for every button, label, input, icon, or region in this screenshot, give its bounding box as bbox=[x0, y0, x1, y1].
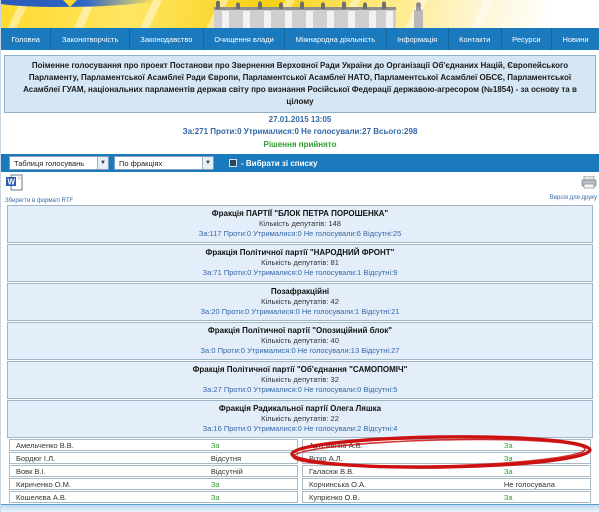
printer-icon bbox=[581, 176, 597, 189]
table-row: Вітко А.Л.За bbox=[302, 452, 591, 464]
deputy-vote: За bbox=[504, 454, 513, 463]
deputy-vote: За bbox=[504, 441, 513, 450]
deputy-name: Амельченко В.В. bbox=[10, 441, 211, 450]
table-row: Кошелєва А.В.За bbox=[9, 491, 298, 503]
save-rtf-label: Зберегти в форматі RTF bbox=[5, 198, 73, 204]
deputy-name: Вітко А.Л. bbox=[303, 454, 504, 463]
faction-block-bpp: Фракція ПАРТІЇ "БЛОК ПЕТРА ПОРОШЕНКА" Кі… bbox=[7, 205, 593, 243]
deputy-vote: За bbox=[504, 467, 513, 476]
faction-deputy-count: Кількість депутатів: 40 bbox=[8, 336, 592, 346]
table-row: Купрієнко О.В.За bbox=[302, 491, 591, 503]
select-from-list-label: - Вибрати зі списку bbox=[241, 159, 317, 168]
table-row: Вовк В.І.Відсутній bbox=[9, 465, 298, 477]
faction-block-radykalna-partiia: Фракція Радикальної партії Олега Ляшка К… bbox=[7, 400, 593, 438]
chevron-down-icon: ▼ bbox=[202, 157, 213, 169]
deputies-column-right: Артеменко А.В.За Вітко А.Л.За Галасюк В.… bbox=[302, 439, 591, 512]
deputy-vote: За bbox=[504, 493, 513, 502]
deputy-vote: За bbox=[211, 493, 220, 502]
faction-deputy-count: Кількість депутатів: 148 bbox=[8, 219, 592, 229]
table-row: Кириченко О.М.За bbox=[9, 478, 298, 490]
faction-name: Фракція Політичної партії "Об'єднання "С… bbox=[8, 364, 592, 375]
flag-banner bbox=[1, 0, 599, 28]
deputy-vote: За bbox=[211, 441, 220, 450]
vote-totals: За:271 Проти:0 Утрималися:0 Не голосувал… bbox=[1, 127, 599, 137]
print-version-link[interactable]: Версія для друку bbox=[550, 176, 597, 201]
parliament-building-image bbox=[214, 1, 396, 28]
faction-name: Фракція Радикальної партії Олега Ляшка bbox=[8, 403, 592, 414]
faction-summary-list: Фракція ПАРТІЇ "БЛОК ПЕТРА ПОРОШЕНКА" Кі… bbox=[7, 205, 593, 438]
nav-item-novyny[interactable]: Новини bbox=[552, 28, 599, 50]
vote-title: Поіменне голосування про проект Постанов… bbox=[4, 55, 596, 113]
deputy-vote: За bbox=[211, 480, 220, 489]
faction-deputy-count: Кількість депутатів: 22 bbox=[8, 414, 592, 424]
faction-vote-stats: За:117 Проти:0 Утрималися:0 Не голосувал… bbox=[8, 229, 592, 239]
tower-image bbox=[407, 2, 429, 28]
deputy-name: Кошелєва А.В. bbox=[10, 493, 211, 502]
save-rtf-link[interactable]: W Зберегти в форматі RTF bbox=[5, 174, 73, 204]
vote-result-status: Рішення прийнято bbox=[1, 140, 599, 150]
table-row: Бордюг І.Л.Відсутня bbox=[9, 452, 298, 464]
deputy-name: Артеменко А.В. bbox=[303, 441, 504, 450]
nav-item-zakonotvorchist[interactable]: Законотворчість bbox=[51, 28, 129, 50]
bottom-bar bbox=[1, 504, 599, 512]
nav-item-ochyshchennia-vlady[interactable]: Очищення влади bbox=[204, 28, 285, 50]
faction-block-narodnyi-front: Фракція Політичної партії "НАРОДНИЙ ФРОН… bbox=[7, 244, 593, 282]
print-version-label: Версія для друку bbox=[550, 195, 597, 201]
faction-name: Фракція Політичної партії "Опозиційний б… bbox=[8, 325, 592, 336]
nav-item-resursy[interactable]: Ресурси bbox=[502, 28, 552, 50]
grouping-select-value: По фракціях bbox=[115, 159, 202, 168]
deputy-name: Бордюг І.Л. bbox=[10, 454, 211, 463]
actions-row: W Зберегти в форматі RTF Версія для друк… bbox=[1, 172, 599, 205]
vote-toolbar: Таблиця голосувань ▼ По фракціях ▼ - Виб… bbox=[1, 154, 599, 172]
svg-text:W: W bbox=[8, 178, 16, 187]
faction-vote-stats: За:27 Проти:0 Утрималися:0 Не голосували… bbox=[8, 385, 592, 395]
deputy-vote: Не голосувала bbox=[504, 480, 555, 489]
faction-deputy-count: Кількість депутатів: 32 bbox=[8, 375, 592, 385]
deputy-name: Купрієнко О.В. bbox=[303, 493, 504, 502]
nav-item-kontakty[interactable]: Контакти bbox=[449, 28, 502, 50]
nav-item-golovna[interactable]: Головна bbox=[1, 28, 51, 50]
chevron-down-icon: ▼ bbox=[97, 157, 108, 169]
table-row: Артеменко А.В.За bbox=[302, 439, 591, 451]
nav-item-mizhnarodna-diialnist[interactable]: Міжнародна діяльність bbox=[285, 28, 386, 50]
deputy-name: Корчинська О.А. bbox=[303, 480, 504, 489]
deputy-name: Вовк В.І. bbox=[10, 467, 211, 476]
deputy-name: Галасюк В.В. bbox=[303, 467, 504, 476]
table-row: Амельченко В.В.За bbox=[9, 439, 298, 451]
view-type-select[interactable]: Таблиця голосувань ▼ bbox=[9, 156, 109, 170]
faction-vote-stats: За:71 Проти:0 Утрималися:0 Не голосували… bbox=[8, 268, 592, 278]
faction-name: Фракція Політичної партії "НАРОДНИЙ ФРОН… bbox=[8, 247, 592, 258]
faction-deputy-count: Кількість депутатів: 42 bbox=[8, 297, 592, 307]
deputies-vote-table: Амельченко В.В.За Бордюг І.Л.Відсутня Во… bbox=[9, 439, 591, 512]
deputies-column-left: Амельченко В.В.За Бордюг І.Л.Відсутня Во… bbox=[9, 439, 298, 512]
main-nav: Головна Законотворчість Законодавство Оч… bbox=[1, 28, 599, 50]
select-from-list-checkbox[interactable] bbox=[229, 159, 237, 167]
nav-item-zakonodavstvo[interactable]: Законодавство bbox=[130, 28, 204, 50]
rtf-doc-icon: W bbox=[5, 174, 23, 192]
rada-vote-results-page: Головна Законотворчість Законодавство Оч… bbox=[0, 0, 600, 512]
table-row-highlighted: Корчинська О.А.Не голосувала bbox=[302, 478, 591, 490]
grouping-select[interactable]: По фракціях ▼ bbox=[114, 156, 214, 170]
faction-block-samopomich: Фракція Політичної партії "Об'єднання "С… bbox=[7, 361, 593, 399]
deputy-vote: Відсутній bbox=[211, 467, 243, 476]
deputy-vote: Відсутня bbox=[211, 454, 241, 463]
view-type-select-value: Таблиця голосувань bbox=[10, 159, 97, 168]
trident-emblem-icon bbox=[63, 0, 77, 7]
faction-vote-stats: За:16 Проти:0 Утрималися:0 Не голосували… bbox=[8, 424, 592, 434]
faction-name: Позафракційні bbox=[8, 286, 592, 297]
vote-datetime: 27.01.2015 13:05 bbox=[1, 115, 599, 125]
faction-block-pozafraktsiini: Позафракційні Кількість депутатів: 42 За… bbox=[7, 283, 593, 321]
faction-vote-stats: За:0 Проти:0 Утрималися:0 Не голосували:… bbox=[8, 346, 592, 356]
faction-deputy-count: Кількість депутатів: 81 bbox=[8, 258, 592, 268]
faction-name: Фракція ПАРТІЇ "БЛОК ПЕТРА ПОРОШЕНКА" bbox=[8, 208, 592, 219]
faction-block-opozytsiinyi-blok: Фракція Політичної партії "Опозиційний б… bbox=[7, 322, 593, 360]
faction-vote-stats: За:20 Проти:0 Утрималися:0 Не голосували… bbox=[8, 307, 592, 317]
deputy-name: Кириченко О.М. bbox=[10, 480, 211, 489]
table-row: Галасюк В.В.За bbox=[302, 465, 591, 477]
nav-item-informatsiia[interactable]: Інформація bbox=[387, 28, 449, 50]
